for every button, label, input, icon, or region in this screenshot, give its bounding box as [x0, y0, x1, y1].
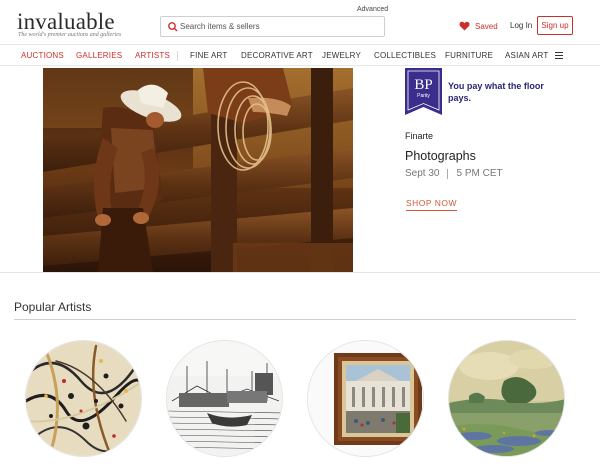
hamburger-menu-icon[interactable] [555, 52, 563, 60]
saved-link[interactable]: Saved [459, 18, 498, 34]
section-divider [0, 272, 600, 273]
artist-card-image[interactable] [448, 340, 565, 457]
search-input[interactable] [180, 19, 380, 34]
search-box[interactable] [160, 16, 385, 37]
nav-item-furniture[interactable]: FURNITURE [445, 51, 493, 60]
sale-time: 5 PM CET [456, 168, 503, 179]
sale-title: Photographs [405, 149, 476, 163]
nav-item-asian-art[interactable]: ASIAN ART [505, 51, 548, 60]
cowboy-photo [43, 68, 353, 272]
popular-artists-heading: Popular Artists [14, 300, 92, 314]
nav-item-fine-art[interactable]: FINE ART [190, 51, 227, 60]
parity-message: You pay what the floor pays. [448, 81, 544, 103]
site-header: invaluable The world's premier auctions … [0, 0, 600, 44]
logo-tagline: The world's premier auctions and galleri… [18, 32, 122, 38]
login-link[interactable]: Log In [510, 21, 532, 30]
section-rule [14, 319, 576, 320]
sale-datetime: Sept 30 5 PM CET [405, 168, 503, 179]
harbor-etching-image [167, 341, 282, 456]
main-nav: AUCTIONS GALLERIES ARTISTS FINE ART DECO… [0, 44, 600, 66]
nav-item-galleries[interactable]: GALLERIES [76, 51, 122, 60]
bp-parity-badge-icon: BP Parity [405, 68, 442, 115]
search-icon [168, 22, 178, 32]
artist-card-image[interactable] [166, 340, 283, 457]
saved-label: Saved [475, 21, 498, 31]
nav-item-decorative-art[interactable]: DECORATIVE ART [241, 51, 313, 60]
nav-item-collectibles[interactable]: COLLECTIBLES [374, 51, 436, 60]
sale-date: Sept 30 [405, 168, 440, 179]
framed-painting-image [308, 341, 423, 456]
signup-button[interactable]: Sign up [537, 16, 573, 35]
advanced-search-link[interactable]: Advanced [357, 6, 388, 13]
artist-card-image[interactable] [25, 340, 142, 457]
hero-carousel-image[interactable] [43, 68, 353, 272]
nav-item-auctions[interactable]: AUCTIONS [21, 51, 64, 60]
date-separator [447, 168, 449, 179]
auction-house-name: Finarte [405, 131, 434, 141]
abstract-painting-image [26, 341, 141, 456]
nav-divider [177, 51, 178, 61]
shop-now-link[interactable]: SHOP NOW [406, 198, 458, 211]
artist-card-image[interactable] [307, 340, 424, 457]
badge-text: BP [414, 77, 432, 93]
nav-item-artists[interactable]: ARTISTS [135, 51, 170, 60]
badge-subtext: Parity [417, 93, 430, 99]
invaluable-logo[interactable]: invaluable [17, 10, 115, 34]
landscape-painting-image [449, 341, 564, 456]
nav-item-jewelry[interactable]: JEWELRY [322, 51, 361, 60]
heart-icon [459, 21, 470, 31]
